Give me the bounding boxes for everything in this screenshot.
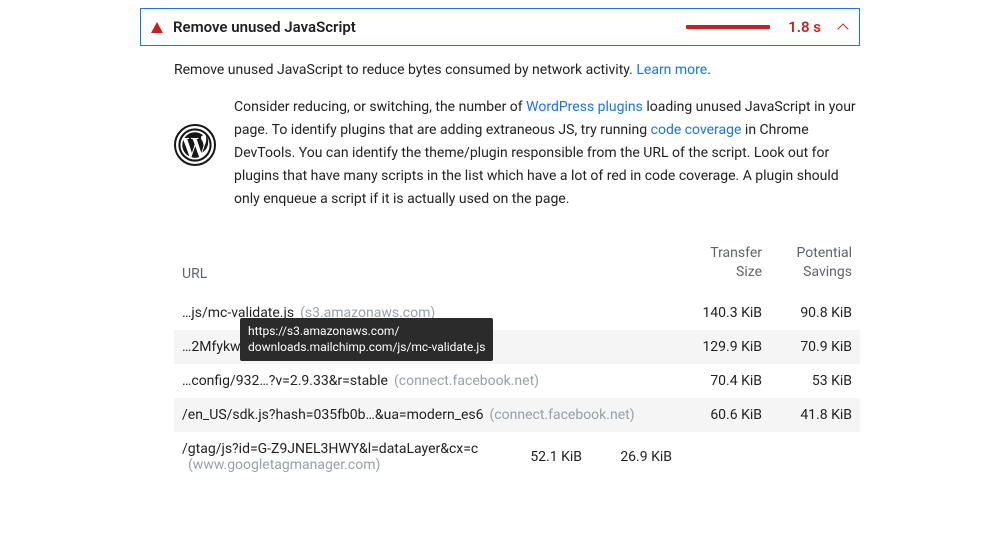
audit-title: Remove unused JavaScript	[173, 18, 676, 36]
potential-savings: 41.8 KiB	[762, 407, 852, 423]
script-url: /gtag/js?id=G-Z9JNEL3HWY&l=dataLayer&cx=…	[182, 441, 492, 473]
table-row[interactable]: …2Mfykwl2m……m) 129.9 KiB 70.9 KiB	[174, 330, 860, 364]
potential-savings: 70.9 KiB	[762, 339, 852, 355]
scripts-table: URL Transfer Size Potential Savings …js/…	[174, 235, 860, 482]
wordpress-icon	[174, 124, 216, 166]
audit-time: 1.8 s	[788, 18, 821, 36]
potential-savings: 26.9 KiB	[582, 449, 672, 465]
code-coverage-link[interactable]: code coverage	[651, 122, 742, 138]
table-header: URL Transfer Size Potential Savings	[174, 235, 860, 296]
script-url: /en_US/sdk.js?hash=035fb0b…&ua=modern_es…	[182, 407, 672, 423]
duration-bar	[686, 25, 770, 29]
transfer-size: 140.3 KiB	[672, 305, 762, 321]
transfer-size: 60.6 KiB	[672, 407, 762, 423]
table-row[interactable]: …config/932…?v=2.9.33&r=stable(connect.f…	[174, 364, 860, 398]
transfer-size: 52.1 KiB	[492, 449, 582, 465]
audit-description: Remove unused JavaScript to reduce bytes…	[174, 62, 860, 78]
wordpress-advice-text: Consider reducing, or switching, the num…	[234, 96, 860, 211]
col-header-url: URL	[182, 266, 672, 282]
description-text: Remove unused JavaScript to reduce bytes…	[174, 62, 636, 78]
warning-triangle-icon	[151, 22, 163, 33]
potential-savings: 90.8 KiB	[762, 305, 852, 321]
transfer-size: 70.4 KiB	[672, 373, 762, 389]
audit-header[interactable]: Remove unused JavaScript 1.8 s	[140, 8, 860, 46]
col-header-savings: Potential Savings	[762, 244, 852, 282]
table-row[interactable]: /gtag/js?id=G-Z9JNEL3HWY&l=dataLayer&cx=…	[174, 432, 860, 482]
wordpress-plugins-link[interactable]: WordPress plugins	[526, 99, 643, 115]
transfer-size: 129.9 KiB	[672, 339, 762, 355]
script-url: …js/mc-validate.js(s3.amazonaws.com)	[182, 305, 672, 321]
potential-savings: 53 KiB	[762, 373, 852, 389]
wordpress-advice: Consider reducing, or switching, the num…	[174, 96, 860, 211]
script-url: …2Mfykwl2m……m)	[182, 339, 672, 355]
script-url: …config/932…?v=2.9.33&r=stable(connect.f…	[182, 373, 672, 389]
learn-more-link[interactable]: Learn more	[636, 62, 707, 78]
table-row[interactable]: …js/mc-validate.js(s3.amazonaws.com) 140…	[174, 296, 860, 330]
table-row[interactable]: /en_US/sdk.js?hash=035fb0b…&ua=modern_es…	[174, 398, 860, 432]
chevron-up-icon[interactable]	[837, 23, 848, 34]
col-header-size: Transfer Size	[672, 244, 762, 282]
